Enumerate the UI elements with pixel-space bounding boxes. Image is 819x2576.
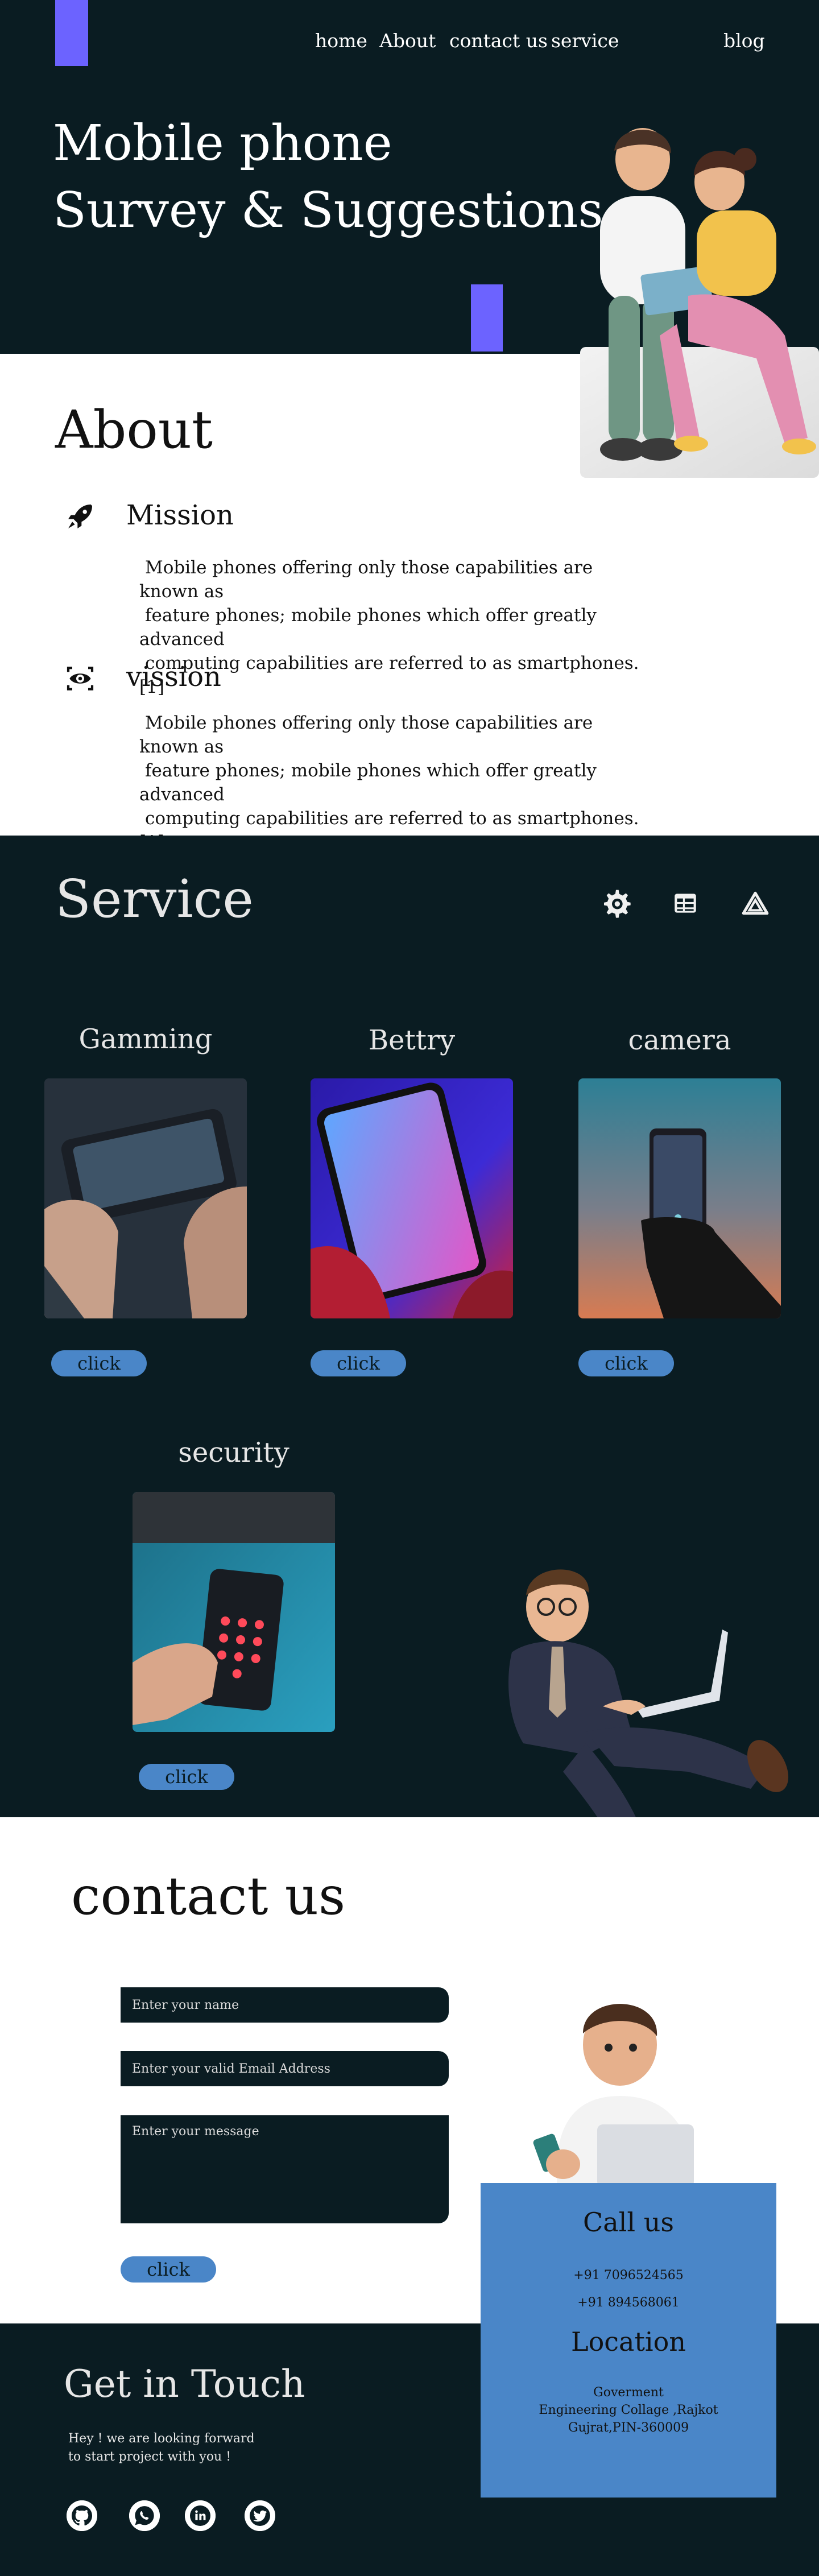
location-line-1: Goverment	[593, 2385, 664, 2400]
triangle-icon[interactable]	[741, 890, 770, 918]
name-field[interactable]	[121, 1987, 449, 2023]
rocket-icon	[64, 501, 96, 532]
mission-title: Mission	[126, 499, 234, 531]
get-in-touch-heading: Get in Touch	[64, 2362, 305, 2406]
card-title-camera: camera	[628, 1024, 731, 1056]
footer-text: Hey ! we are looking forward to start pr…	[68, 2430, 255, 2466]
gaming-click-button[interactable]: click	[51, 1350, 147, 1376]
card-title-security: security	[178, 1437, 289, 1469]
nav-blog[interactable]: blog	[723, 30, 765, 52]
about-heading: About	[55, 399, 213, 460]
contact-submit-button[interactable]: click	[121, 2256, 216, 2283]
nav-service[interactable]: service	[551, 30, 619, 52]
battery-click-button[interactable]: click	[311, 1350, 406, 1376]
call-us-heading: Call us	[583, 2207, 674, 2238]
camera-image	[578, 1078, 781, 1318]
github-icon[interactable]	[67, 2500, 97, 2531]
security-image	[133, 1492, 335, 1732]
camera-click-button[interactable]: click	[578, 1350, 674, 1376]
eye-icon	[64, 663, 96, 694]
twitter-icon[interactable]	[245, 2500, 275, 2531]
email-field[interactable]	[121, 2051, 449, 2086]
gaming-image	[44, 1078, 247, 1318]
card-title-battery: Bettry	[368, 1024, 456, 1056]
service-heading: Service	[55, 869, 254, 929]
phone-number-1[interactable]: +91 7096524565	[481, 2267, 776, 2284]
location-line-3: Gujrat,PIN-360009	[568, 2421, 689, 2435]
vision-title: vission	[126, 661, 221, 693]
message-field[interactable]	[121, 2115, 449, 2223]
nav-about[interactable]: About	[379, 30, 436, 52]
whatsapp-icon[interactable]	[129, 2500, 160, 2531]
accent-block-top	[55, 0, 88, 66]
security-click-button[interactable]: click	[139, 1764, 234, 1790]
vision-text: Mobile phones offering only those capabi…	[139, 711, 651, 854]
contact-heading: contact us	[71, 1866, 346, 1926]
vision-text-line2: feature phones; mobile phones which offe…	[139, 760, 597, 805]
young-man-illustration	[529, 1982, 722, 2187]
battery-image	[311, 1078, 513, 1318]
nav-contact[interactable]: contact us	[449, 30, 548, 52]
nav-home[interactable]: home	[315, 30, 367, 52]
linkedin-icon[interactable]	[185, 2500, 216, 2531]
couple-illustration	[574, 119, 819, 483]
call-us-card: Call us +91 7096524565 +91 894568061 Loc…	[481, 2183, 776, 2498]
phone-number-2[interactable]: +91 894568061	[481, 2294, 776, 2312]
mission-text-line2: feature phones; mobile phones which offe…	[139, 605, 597, 650]
card-title-gaming: Gamming	[78, 1023, 213, 1055]
hero-title-line1: Mobile phone	[53, 115, 392, 172]
location-heading: Location	[571, 2326, 686, 2357]
gear-icon[interactable]	[600, 887, 632, 919]
hero-title-line2: Survey & Suggestions	[53, 182, 603, 239]
footer-text-line1: Hey ! we are looking forward	[68, 2432, 255, 2446]
table-icon[interactable]	[671, 889, 700, 917]
vision-text-line1: Mobile phones offering only those capabi…	[139, 713, 593, 757]
mission-text-line1: Mobile phones offering only those capabi…	[139, 557, 593, 602]
footer-text-line2: to start project with you !	[68, 2450, 231, 2464]
location-line-2: Engineering Collage ,Rajkot	[539, 2403, 718, 2417]
accent-block-bottom	[471, 284, 503, 352]
